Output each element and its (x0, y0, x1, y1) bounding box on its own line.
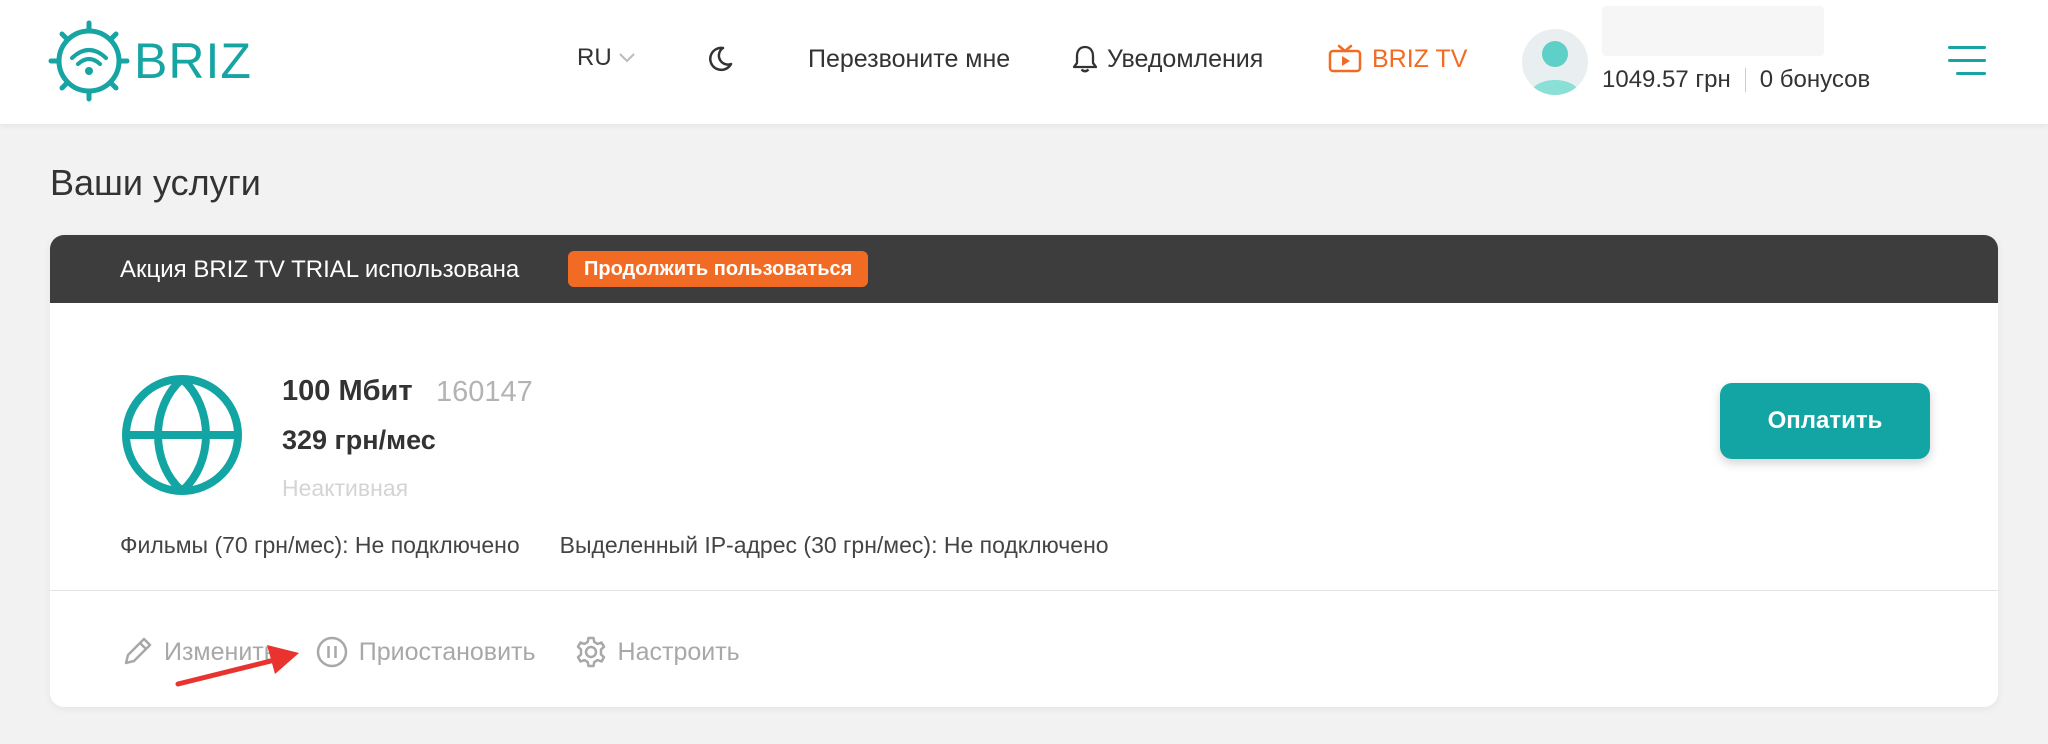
service-id: 160147 (436, 376, 533, 408)
balance-amount: 1049.57 грн (1602, 66, 1731, 93)
configure-label: Настроить (617, 637, 740, 666)
pause-label: Приостановить (358, 637, 536, 666)
globe-icon (120, 373, 244, 502)
tv-icon (1328, 44, 1362, 73)
addon-dedicated-ip: Выделенный IP-адрес (30 грн/мес): Не под… (559, 532, 1109, 558)
brand-name: BRIZ (134, 33, 252, 89)
hamburger-menu-icon[interactable] (1948, 46, 1986, 76)
briz-logo[interactable]: BRIZ (48, 18, 252, 104)
account-balance[interactable]: 1049.57 грн 0 бонусов (1602, 66, 1870, 94)
card-divider (50, 590, 1998, 591)
wifi-wheel-icon (48, 20, 130, 102)
annotation-arrow-icon (175, 645, 299, 687)
pay-button[interactable]: Оплатить (1720, 383, 1930, 459)
continue-using-button[interactable]: Продолжить пользоваться (568, 251, 869, 287)
avatar[interactable] (1522, 29, 1588, 95)
balance-divider (1744, 68, 1746, 92)
page-title: Ваши услуги (50, 162, 261, 203)
notifications-link[interactable]: Уведомления (1071, 44, 1263, 74)
redacted-user-name (1602, 6, 1824, 56)
top-header: BRIZ RU Перезвоните мне Уведомления BRIZ… (0, 0, 2048, 124)
tv-label: BRIZ TV (1372, 44, 1468, 73)
bell-icon (1072, 45, 1098, 73)
addon-films: Фильмы (70 грн/мес): Не подключено (120, 532, 520, 558)
gear-icon (576, 636, 605, 668)
callback-link[interactable]: Перезвоните мне (808, 45, 1010, 74)
service-card: Акция BRIZ TV TRIAL использована Продолж… (50, 235, 1998, 707)
addons-list: Фильмы (70 грн/мес): Не подключено Выдел… (120, 532, 1109, 559)
promo-banner: Акция BRIZ TV TRIAL использована Продолж… (50, 235, 1998, 303)
pause-button[interactable]: Приостановить (315, 635, 536, 669)
promo-text: Акция BRIZ TV TRIAL использована (120, 256, 520, 283)
configure-button[interactable]: Настроить (574, 635, 740, 669)
language-selector[interactable]: RU (577, 44, 636, 72)
bonus-amount: 0 бонусов (1759, 66, 1871, 93)
pencil-icon (124, 637, 152, 665)
moon-icon (709, 46, 733, 72)
language-label: RU (577, 44, 612, 71)
service-price: 329 грн/мес (282, 425, 436, 455)
service-name: 100 Мбит (282, 375, 413, 407)
chevron-down-icon (618, 53, 635, 63)
service-status: Неактивная (282, 475, 409, 501)
notifications-label: Уведомления (1107, 44, 1264, 73)
pause-icon (316, 636, 348, 668)
briz-tv-link[interactable]: BRIZ TV (1328, 44, 1467, 74)
theme-toggle[interactable] (705, 44, 735, 79)
user-icon (1530, 41, 1580, 95)
